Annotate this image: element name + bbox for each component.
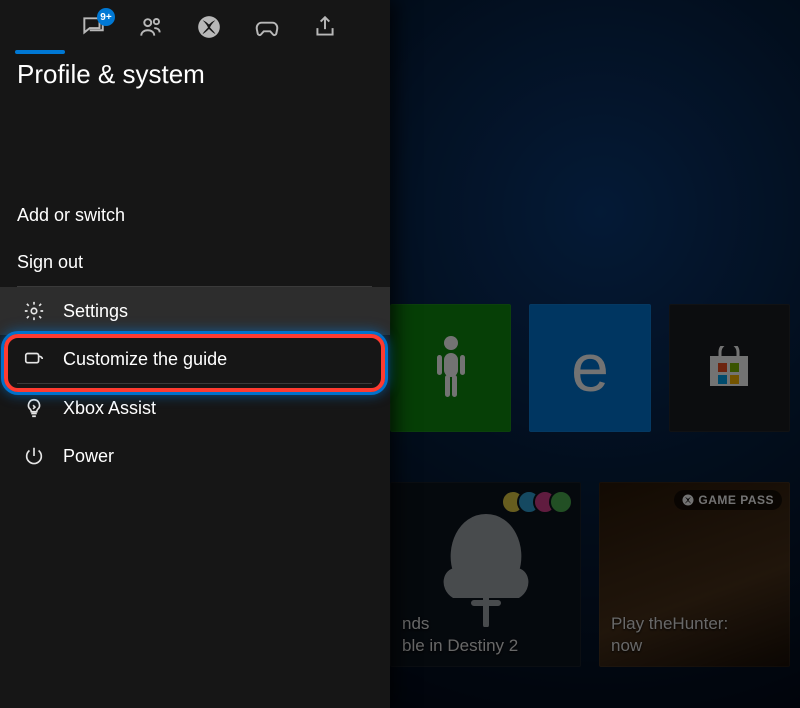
chat-tab[interactable]: 9+: [79, 13, 107, 41]
guide-tabs: 9+: [0, 0, 390, 51]
menu-sign-out[interactable]: Sign out: [0, 239, 390, 286]
power-icon: [23, 445, 45, 467]
menu-power-label: Power: [63, 446, 114, 467]
people-icon: [138, 14, 164, 40]
menu-add-or-switch-label: Add or switch: [17, 205, 125, 226]
customize-icon: [23, 348, 45, 370]
gamepad-icon: [254, 14, 280, 40]
xbox-tab[interactable]: [195, 13, 223, 41]
menu-settings[interactable]: Settings: [0, 287, 390, 335]
people-tab[interactable]: [137, 13, 165, 41]
share-tab[interactable]: [311, 13, 339, 41]
menu-sign-out-label: Sign out: [17, 252, 83, 273]
menu-xbox-assist-label: Xbox Assist: [63, 398, 156, 419]
menu-xbox-assist[interactable]: Xbox Assist: [0, 384, 390, 432]
xbox-icon: [196, 14, 222, 40]
menu-power[interactable]: Power: [0, 432, 390, 480]
menu-settings-label: Settings: [63, 301, 128, 322]
gear-icon: [23, 300, 45, 322]
chat-notif-badge: 9+: [97, 8, 115, 26]
page-title: Profile & system: [0, 51, 390, 90]
games-tab[interactable]: [253, 13, 281, 41]
lightbulb-icon: [23, 397, 45, 419]
menu-customize-guide[interactable]: Customize the guide: [0, 335, 390, 383]
menu-customize-guide-label: Customize the guide: [63, 349, 227, 370]
guide-panel: 9+: [0, 0, 390, 708]
tab-active-indicator: [15, 50, 65, 54]
guide-menu: Add or switch Sign out Settings: [0, 90, 390, 480]
share-icon: [312, 14, 338, 40]
menu-add-or-switch[interactable]: Add or switch: [0, 192, 390, 239]
